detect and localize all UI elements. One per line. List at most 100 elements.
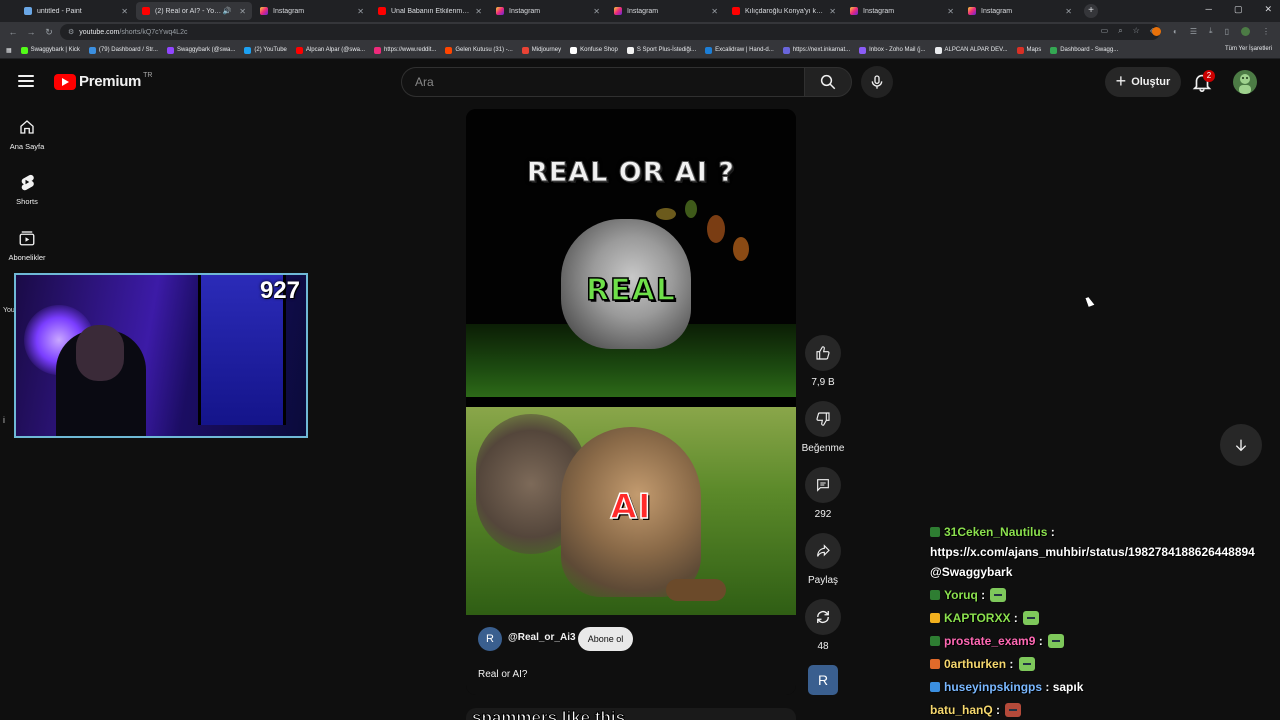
bookmark-item[interactable]: Excalidraw | Hand-d... (705, 46, 774, 54)
close-tab-icon[interactable]: ✕ (239, 7, 246, 16)
bookmark-item[interactable]: S Sport Plus-İstediği... (626, 46, 696, 54)
bookmark-item[interactable]: Gelen Kutusu (31) -... (445, 46, 513, 54)
bookmark-item[interactable]: https://www.reddit... (374, 46, 436, 54)
thumbs-up-icon (816, 346, 830, 360)
comment-icon (817, 479, 829, 492)
browser-tab[interactable]: Ünal Babanın Etkilenmek Sevgisi✕ (372, 2, 488, 20)
remix-icon (817, 611, 829, 623)
bookmark-favicon-icon (570, 46, 578, 54)
close-tab-icon[interactable]: ✕ (829, 7, 836, 16)
channel-avatar[interactable]: R (478, 627, 502, 651)
chat-emote-icon (1023, 611, 1040, 625)
close-tab-icon[interactable]: ✕ (357, 7, 364, 16)
downloads-icon[interactable]: ⤓ (1209, 26, 1213, 36)
browser-tab-active[interactable]: (2) Real or AI? - YouTube🔊✕ (136, 2, 252, 20)
youtube-premium-logo[interactable]: Premium TR (54, 72, 152, 90)
bookmark-item[interactable]: https://next.inkarnat... (782, 46, 850, 54)
bookmark-star-icon[interactable]: ☆ (1133, 26, 1140, 36)
bookmark-favicon-icon (626, 46, 634, 54)
like-count: 7,9 B (811, 377, 835, 388)
browser-tab[interactable]: Kılıçdaroğlu Konya'yı kazanmış✕ (726, 2, 842, 20)
short-video-player[interactable]: REAL OR AI ? REAL AI R @Real_or_Ai3 Abon… (466, 109, 796, 695)
nuts-on-ground (666, 579, 726, 601)
bookmark-item[interactable]: Konfuse Shop (570, 46, 618, 54)
close-tab-icon[interactable]: ✕ (1065, 7, 1072, 16)
browser-tab-bar: untitled - Paint ✕ (2) Real or AI? - YouT… (0, 0, 1280, 22)
browser-tab[interactable]: untitled - Paint ✕ (18, 2, 134, 20)
bookmark-item[interactable]: Alpcan Alpar (@swa... (295, 46, 365, 54)
chat-badge-icon (930, 613, 940, 623)
guide-item-shorts[interactable]: Shorts (0, 173, 54, 206)
maximize-icon[interactable]: ▢ (1234, 4, 1243, 15)
bookmark-item[interactable]: ALPCAN ALPAR DEV... (934, 46, 1008, 54)
close-tab-icon[interactable]: ✕ (593, 7, 600, 16)
share-button[interactable]: Paylaş (800, 533, 846, 586)
guide-item-home[interactable]: Ana Sayfa (0, 118, 54, 151)
bookmark-item[interactable]: Maps (1016, 46, 1041, 54)
like-button[interactable]: 7,9 B (800, 335, 846, 388)
close-tab-icon[interactable]: ✕ (947, 7, 954, 16)
chat-badge-icon (930, 590, 940, 600)
next-short-preview[interactable]: spammers like this (466, 708, 796, 720)
cast-icon[interactable]: ▭ (1101, 26, 1109, 36)
chat-message: 0arthurken : (930, 654, 1280, 674)
close-tab-icon[interactable]: ✕ (121, 7, 128, 16)
account-avatar[interactable] (1233, 70, 1257, 94)
bookmark-item[interactable]: Midjourney (521, 46, 561, 54)
search-button[interactable] (804, 67, 852, 97)
minimize-icon[interactable]: ─ (1206, 4, 1212, 15)
sidepanel-icon[interactable]: ▯ (1225, 27, 1229, 36)
audio-channel-avatar[interactable]: R (808, 665, 838, 695)
bookmark-item[interactable]: Inbox - Zoho Mail (j... (859, 46, 926, 54)
site-info-icon[interactable]: ⚙ (68, 28, 74, 36)
create-button[interactable]: + Oluştur (1105, 67, 1181, 97)
short-title[interactable]: Real or AI? (478, 669, 527, 680)
remix-button[interactable]: 48 (800, 599, 846, 652)
bookmark-item[interactable]: Dashboard - Swagg... (1050, 46, 1118, 54)
reload-icon[interactable]: ↻ (42, 27, 56, 38)
bookmark-item[interactable]: (2) YouTube (244, 46, 287, 54)
chat-message: huseyinpskingps : sapık (930, 677, 1280, 697)
extension-icon[interactable]: ◐ (1173, 27, 1178, 36)
all-bookmarks-folder[interactable]: Tüm Yer İşaretleri (1225, 46, 1272, 52)
remix-count: 48 (817, 641, 829, 652)
comments-button[interactable]: 292 (800, 467, 846, 520)
next-short-button[interactable] (1220, 424, 1262, 466)
bookmark-item[interactable]: (79) Dashboard / Str... (88, 46, 158, 54)
zoom-icon[interactable]: ⌕ (1118, 26, 1122, 36)
bookmark-favicon-icon (782, 46, 790, 54)
chat-message: 31Ceken_Nautilus : https://x.com/ajans_m… (930, 522, 1280, 582)
close-window-icon[interactable]: ✕ (1264, 4, 1272, 15)
url-field[interactable]: ⚙ youtube.com/shorts/kQ7cYwq4L2c (60, 24, 1160, 40)
forward-icon[interactable]: → (24, 27, 38, 37)
close-tab-icon[interactable]: ✕ (711, 7, 718, 16)
guide-item-subscriptions[interactable]: Abonelikler (0, 229, 54, 262)
extension-icon[interactable]: ☰ (1190, 27, 1197, 36)
back-icon[interactable]: ← (6, 27, 20, 37)
extension-icon[interactable] (1152, 26, 1162, 36)
speaker-icon[interactable]: 🔊 (223, 7, 232, 15)
short-metadata: R @Real_or_Ai3 Abone ol Real or AI? (466, 615, 796, 695)
browser-tab[interactable]: Instagram ✕ (608, 2, 724, 20)
channel-handle[interactable]: @Real_or_Ai3 (508, 632, 576, 643)
subscribe-button[interactable]: Abone ol (578, 627, 633, 651)
chat-username: prostate_exam9 (944, 634, 1036, 648)
apps-grid-icon[interactable]: ▦ (6, 47, 12, 54)
browser-tab[interactable]: Instagram ✕ (962, 2, 1078, 20)
search-input[interactable]: Ara (401, 67, 804, 97)
browser-tab[interactable]: Instagram ✕ (254, 2, 370, 20)
menu-kebab-icon[interactable]: ⋮ (1262, 27, 1270, 36)
instagram-icon (850, 7, 858, 15)
bookmark-item[interactable]: Swaggybark (@swa... (166, 46, 235, 54)
dislike-button[interactable]: Beğenme (800, 401, 846, 454)
browser-tab[interactable]: Instagram ✕ (490, 2, 606, 20)
voice-search-button[interactable] (861, 66, 893, 98)
browser-tab[interactable]: Instagram ✕ (844, 2, 960, 20)
new-tab-button[interactable]: + (1084, 4, 1098, 18)
menu-icon[interactable] (18, 75, 34, 87)
instagram-icon (496, 7, 504, 15)
close-tab-icon[interactable]: ✕ (475, 7, 482, 16)
profile-avatar-icon[interactable] (1241, 26, 1250, 36)
bookmark-item[interactable]: Swaggybark | Kick (20, 46, 80, 54)
bookmark-favicon-icon (934, 46, 942, 54)
